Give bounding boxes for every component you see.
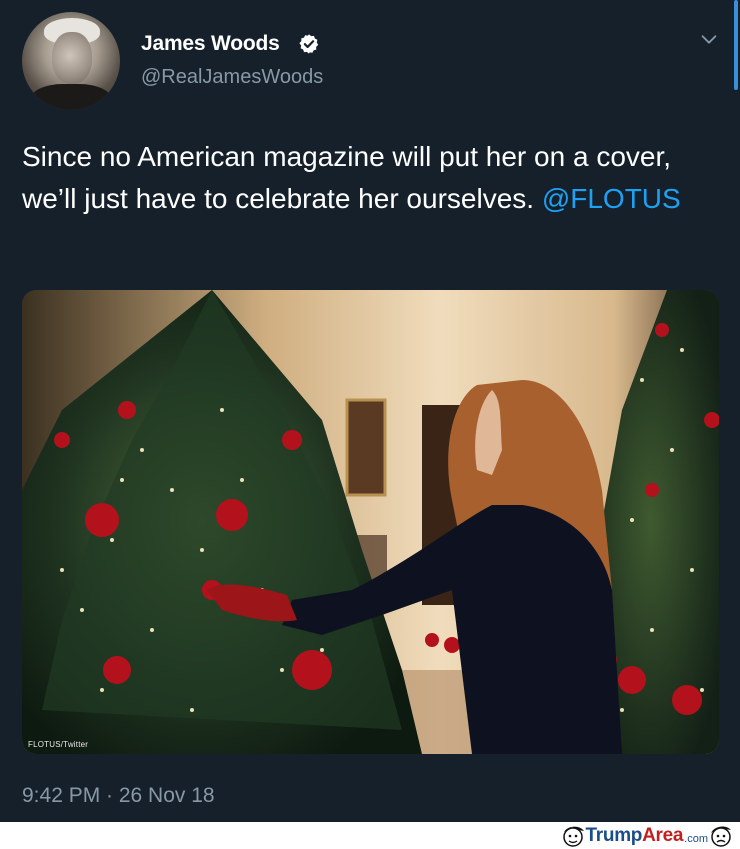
logo-text-part1: Trump	[585, 825, 643, 846]
tweet-media-photo[interactable]	[22, 290, 719, 754]
photo-illustration	[22, 290, 719, 754]
logo-text-part2: Area	[642, 825, 684, 846]
mascot-right-icon	[711, 826, 731, 847]
handle[interactable]: @RealJamesWoods	[141, 66, 323, 89]
chevron-down-icon[interactable]	[698, 28, 720, 50]
avatar[interactable]	[22, 12, 120, 110]
tweet-text: Since no American magazine will put her …	[22, 136, 712, 220]
logo-text: TrumpArea	[586, 825, 684, 847]
logo-suffix: .com	[684, 833, 708, 845]
scrollbar[interactable]	[734, 0, 738, 90]
mention-link[interactable]: @FLOTUS	[542, 183, 681, 214]
site-logo: TrumpArea .com	[560, 824, 734, 848]
tweet-card: James Woods @RealJamesWoods Since no Ame…	[0, 0, 740, 822]
avatar-suit	[30, 84, 112, 110]
avatar-face	[52, 32, 92, 84]
media-watermark: FLOTUS/Twitter	[28, 740, 89, 749]
display-name[interactable]: James Woods	[141, 32, 280, 56]
verified-badge-icon	[299, 34, 319, 54]
timestamp[interactable]: 9:42 PM · 26 Nov 18	[22, 784, 215, 808]
mascot-left-icon	[562, 826, 584, 847]
